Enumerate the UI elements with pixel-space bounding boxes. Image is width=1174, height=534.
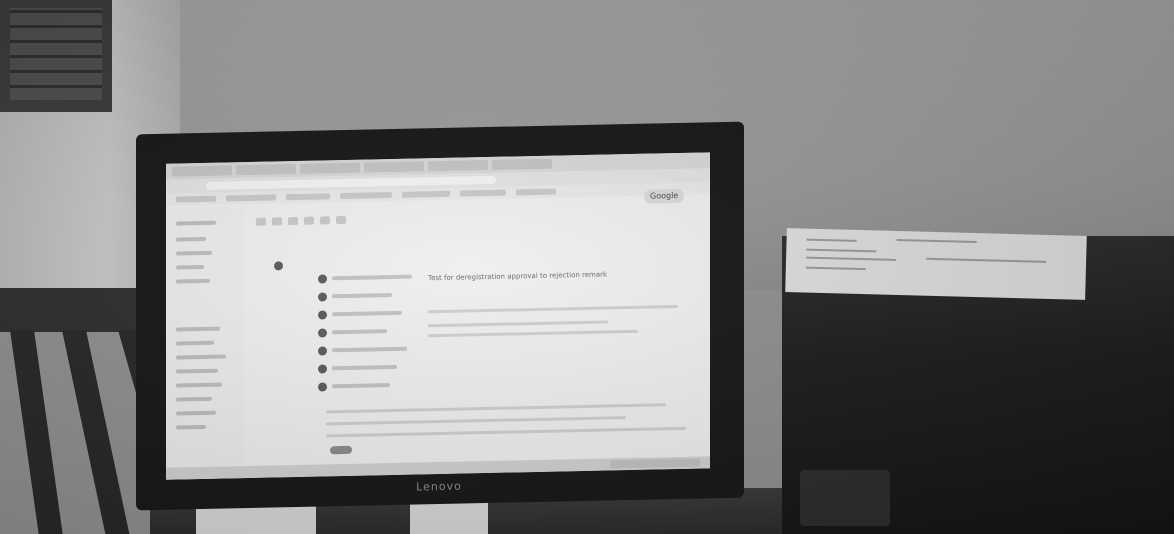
browser-tab[interactable] bbox=[300, 162, 360, 174]
sidebar-item[interactable] bbox=[176, 250, 212, 256]
sidebar-item[interactable] bbox=[176, 340, 214, 346]
thread-sender[interactable] bbox=[332, 383, 390, 389]
photo-scene: Google Test for deregistration approval … bbox=[0, 0, 1174, 534]
system-tray[interactable] bbox=[610, 458, 700, 469]
monitor: Google Test for deregistration approval … bbox=[136, 121, 744, 511]
email-body-line bbox=[326, 403, 666, 414]
thread-avatar[interactable] bbox=[318, 292, 327, 302]
email-body-line bbox=[428, 329, 638, 338]
reply-button[interactable] bbox=[330, 445, 352, 455]
browser-tab[interactable] bbox=[364, 161, 424, 173]
sidebar-item[interactable] bbox=[176, 424, 206, 430]
toolbar-icon[interactable] bbox=[272, 217, 282, 226]
toolbar-icon[interactable] bbox=[288, 216, 298, 226]
document-on-cpu bbox=[785, 228, 1087, 300]
windows-taskbar bbox=[166, 456, 710, 480]
browser-tab[interactable] bbox=[492, 158, 552, 170]
bookmark[interactable] bbox=[286, 193, 330, 201]
thread-avatar[interactable] bbox=[318, 364, 327, 374]
email-body-line bbox=[428, 305, 678, 314]
bookmark[interactable] bbox=[176, 195, 216, 203]
toolbar-icon[interactable] bbox=[256, 217, 266, 226]
thread-avatar[interactable] bbox=[318, 274, 327, 284]
sidebar-item[interactable] bbox=[176, 410, 216, 416]
bookmark[interactable] bbox=[516, 188, 556, 196]
toolbar-icon[interactable] bbox=[304, 216, 314, 225]
google-button[interactable]: Google bbox=[644, 188, 685, 204]
paper-line bbox=[806, 248, 877, 253]
thread-avatar[interactable] bbox=[318, 382, 327, 392]
sidebar-item[interactable] bbox=[176, 368, 218, 374]
thread-sender[interactable] bbox=[332, 310, 402, 317]
email-body-line bbox=[326, 426, 686, 438]
window bbox=[0, 0, 112, 112]
sender-avatar bbox=[274, 261, 283, 271]
cpu-drive-bay bbox=[800, 470, 890, 526]
sidebar-item[interactable] bbox=[176, 236, 206, 242]
bookmark[interactable] bbox=[340, 192, 392, 200]
thread-sender[interactable] bbox=[332, 346, 407, 353]
sidebar-item[interactable] bbox=[176, 326, 220, 332]
sidebar-item[interactable] bbox=[176, 354, 226, 360]
bookmark[interactable] bbox=[402, 190, 450, 198]
toolbar-icon[interactable] bbox=[336, 215, 346, 225]
railing-bar bbox=[10, 330, 64, 534]
thread-avatar[interactable] bbox=[318, 328, 327, 338]
monitor-brand-logo: Lenovo bbox=[416, 479, 462, 494]
sidebar-item[interactable] bbox=[176, 396, 212, 402]
thread-sender[interactable] bbox=[332, 364, 397, 371]
browser-tab[interactable] bbox=[236, 164, 296, 176]
paper-line bbox=[896, 238, 977, 244]
email-body-line bbox=[428, 320, 608, 328]
thread-sender[interactable] bbox=[332, 329, 387, 335]
paper-line bbox=[926, 257, 1047, 263]
browser-tab[interactable] bbox=[172, 165, 232, 177]
bookmark[interactable] bbox=[226, 194, 276, 202]
mail-sidebar bbox=[166, 206, 244, 480]
sidebar-item[interactable] bbox=[176, 220, 216, 226]
thread-avatar[interactable] bbox=[318, 310, 327, 320]
toolbar-icon[interactable] bbox=[320, 216, 330, 225]
window-blinds bbox=[10, 8, 102, 100]
browser-tab[interactable] bbox=[428, 159, 488, 172]
mail-toolbar bbox=[256, 209, 686, 226]
sidebar-item[interactable] bbox=[176, 382, 222, 388]
paper-line bbox=[806, 238, 857, 242]
thread-sender[interactable] bbox=[332, 274, 412, 281]
monitor-screen: Google Test for deregistration approval … bbox=[166, 152, 710, 480]
paper-line bbox=[806, 256, 897, 261]
email-body-line bbox=[326, 416, 626, 426]
thread-avatar[interactable] bbox=[318, 346, 327, 356]
railing-bar bbox=[62, 330, 131, 534]
bookmark[interactable] bbox=[460, 189, 506, 197]
paper-line bbox=[805, 266, 866, 271]
sidebar-item[interactable] bbox=[176, 264, 204, 270]
thread-sender[interactable] bbox=[332, 293, 392, 299]
sidebar-item[interactable] bbox=[176, 278, 210, 284]
email-subject: Test for deregistration approval to reje… bbox=[428, 270, 608, 283]
